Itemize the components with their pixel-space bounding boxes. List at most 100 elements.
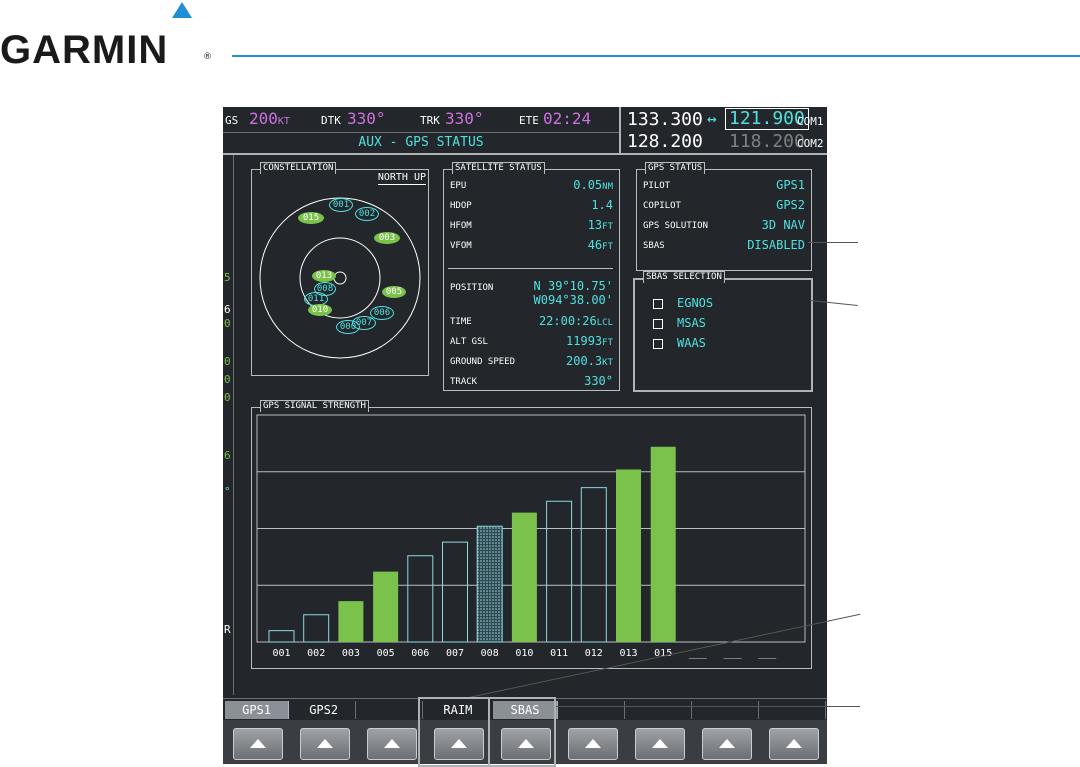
gps-status-value: 3D NAV <box>761 218 805 232</box>
softkey-blank[interactable] <box>695 701 759 719</box>
raim-callout-highlight <box>418 697 490 767</box>
trk-value: 330° <box>445 109 484 128</box>
up-arrow-icon <box>786 739 803 748</box>
garmin-logo: GARMIN ® <box>0 2 215 72</box>
sbas-selection-panel: SBAS SELECTION EGNOS MSAS WAAS <box>633 271 813 392</box>
signal-bar-007 <box>442 541 468 643</box>
gs-value: 200KT <box>249 109 290 128</box>
up-arrow-icon <box>652 739 669 748</box>
sbas-callout-highlight <box>488 697 556 767</box>
bar-label: 007 <box>446 648 464 659</box>
page-title: AUX - GPS STATUS <box>223 132 619 153</box>
up-arrow-icon <box>249 739 266 748</box>
com-frequency-box: 133.300 ↔ 121.900 COM1 128.200 118.200 C… <box>619 107 827 153</box>
satellite-status-title: SATELLITE STATUS <box>452 162 545 174</box>
sat-row2-value: 330° <box>584 374 613 388</box>
signal-bar-011 <box>546 500 573 643</box>
sat-row-value: 13FT <box>587 218 613 232</box>
softkey-button[interactable] <box>366 728 417 760</box>
sbas-checkbox[interactable] <box>653 319 663 329</box>
sat-row-value: 1.4 <box>591 198 613 212</box>
swap-arrow-icon[interactable]: ↔ <box>707 109 717 128</box>
sat-row-value: 0.05NM <box>573 178 613 192</box>
up-arrow-icon <box>585 739 602 748</box>
sat-row2-value: 11993FT <box>566 334 613 348</box>
left-edge-strip: 5 6 0 0 0 0 6 ° R <box>223 155 234 695</box>
satellite-marker: 005 <box>382 286 406 298</box>
gps-status-label: COPILOT <box>643 201 681 211</box>
softkey-button[interactable] <box>568 728 619 760</box>
satellite-marker: 013 <box>312 270 336 282</box>
sbas-option-label[interactable]: EGNOS <box>677 296 713 310</box>
strip-char: 6 <box>224 303 231 316</box>
position-latitude: N 39°10.75' <box>533 279 613 293</box>
constellation-panel: CONSTELLATION NORTH UP 001 002 015 003 0… <box>251 162 429 376</box>
sbas-checkbox[interactable] <box>653 339 663 349</box>
signal-bar-005 <box>373 571 399 642</box>
gps-status-value: GPS1 <box>776 178 805 192</box>
com2-standby-frequency: 118.200 <box>729 131 805 152</box>
signal-bar-010 <box>511 512 537 642</box>
satellite-status-divider <box>448 268 613 269</box>
position-label: POSITION <box>450 283 494 293</box>
strip-char: 0 <box>224 391 231 404</box>
strip-char: R <box>224 623 231 636</box>
signal-bar-013 <box>616 469 641 642</box>
dtk-label: DTK <box>321 114 341 127</box>
satellite-marker: 002 <box>355 207 379 221</box>
softkey-button[interactable] <box>299 728 350 760</box>
bar-label: 012 <box>585 648 603 659</box>
sat-row2-label: TRACK <box>450 377 478 387</box>
bar-label: 006 <box>411 648 429 659</box>
bar-label: 008 <box>481 648 499 659</box>
strip-char: 6 <box>224 449 231 462</box>
sat-row-label: EPU <box>450 181 467 191</box>
signal-bar-006 <box>407 555 434 643</box>
bar-label: ___ <box>724 648 743 659</box>
up-arrow-icon <box>316 739 333 748</box>
signal-bar-003 <box>338 601 364 642</box>
satellite-marker: 001 <box>329 198 353 212</box>
softkey-gps1[interactable]: GPS1 <box>225 701 290 719</box>
softkey-blank[interactable] <box>561 701 625 719</box>
strip-char: 0 <box>224 355 231 368</box>
sat-row-label: VFOM <box>450 241 472 251</box>
ete-label: ETE <box>519 114 539 127</box>
gps-status-label: GPS SOLUTION <box>643 221 709 231</box>
sbas-selection-title: SBAS SELECTION <box>643 271 725 283</box>
softkey-button[interactable] <box>769 728 820 760</box>
position-longitude: W094°38.00' <box>533 293 613 307</box>
registered-mark: ® <box>203 52 212 62</box>
ete-value: 02:24 <box>543 109 592 128</box>
gs-label: GS <box>225 114 239 127</box>
com1-label: COM1 <box>797 115 824 128</box>
sbas-option-label[interactable]: WAAS <box>677 336 706 350</box>
softkey-blank[interactable] <box>762 701 826 719</box>
sat-row-value: 46FT <box>587 238 613 252</box>
signal-bar-015 <box>650 446 676 642</box>
strip-char: ° <box>224 485 231 498</box>
com1-active-frequency: 133.300 <box>627 109 703 130</box>
top-divider <box>223 153 827 155</box>
mfd-screen: GS 200KT DTK 330° TRK 330° ETE 02:24 AUX… <box>223 107 827 764</box>
up-arrow-icon <box>383 739 400 748</box>
sbas-checkbox[interactable] <box>653 299 663 309</box>
softkey-blank[interactable] <box>359 701 424 719</box>
com2-active-frequency: 128.200 <box>627 131 703 152</box>
sat-row2-label: ALT GSL <box>450 337 488 347</box>
satellite-status-panel: SATELLITE STATUS EPU 0.05NM HDOP 1.4 HFOM 13F… <box>443 162 620 391</box>
sat-row2-value: 200.3KT <box>566 354 613 368</box>
softkey-gps2[interactable]: GPS2 <box>292 701 357 719</box>
softkey-button[interactable] <box>232 728 283 760</box>
bar-label: 011 <box>550 648 568 659</box>
gps-status-panel: GPS STATUS PILOT GPS1 COPILOT GPS2 GPS SOLUT… <box>636 162 812 271</box>
bar-label: 002 <box>307 648 325 659</box>
softkey-button[interactable] <box>702 728 753 760</box>
sbas-option-label[interactable]: MSAS <box>677 316 706 330</box>
signal-bar-008 <box>476 525 503 643</box>
logo-triangle-icon <box>172 2 192 18</box>
com2-label: COM2 <box>797 137 824 150</box>
softkey-blank[interactable] <box>628 701 692 719</box>
gps-status-value: GPS2 <box>776 198 805 212</box>
softkey-button[interactable] <box>635 728 686 760</box>
